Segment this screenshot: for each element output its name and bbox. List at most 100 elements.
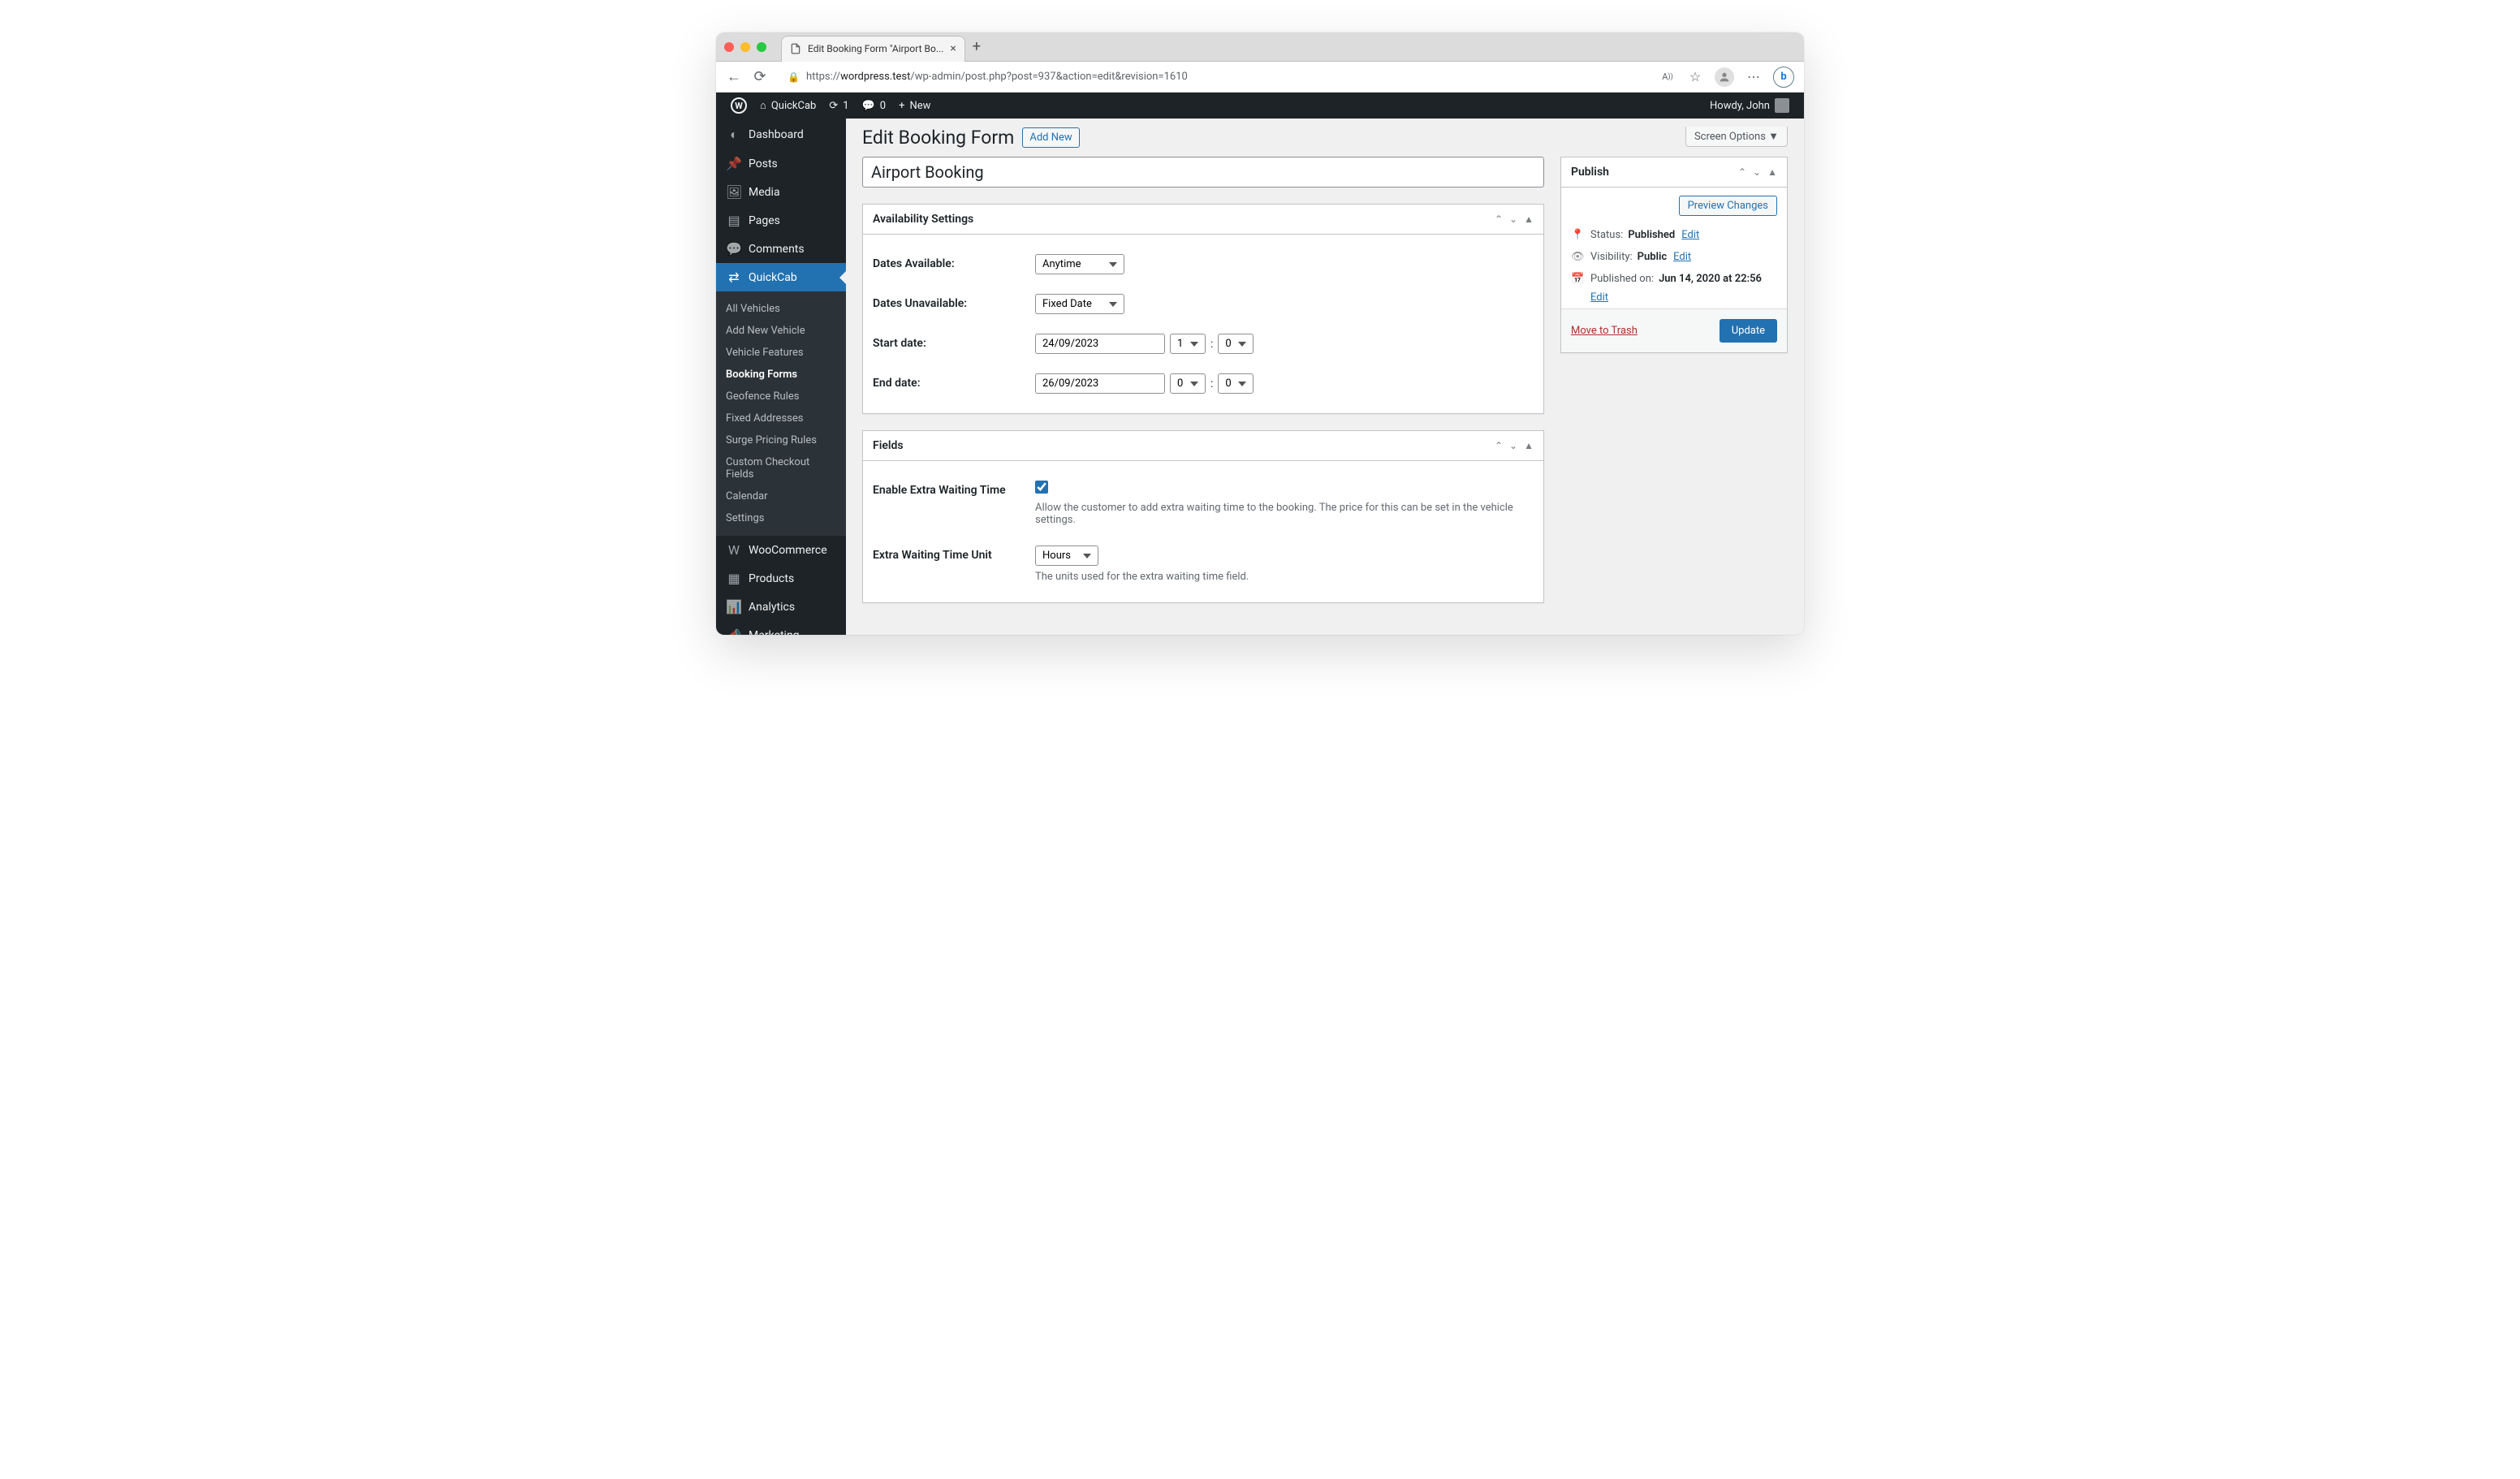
start-min-select[interactable]: 00 [1218,334,1254,354]
submenu-item-custom-checkout-fields[interactable]: Custom Checkout Fields [716,451,846,485]
more-icon[interactable]: ⋯ [1745,69,1762,85]
extra-wait-checkbox[interactable] [1035,481,1048,494]
screen-options-button[interactable]: Screen Options ▼ [1685,127,1788,147]
metabox-title: Availability Settings [873,213,1488,226]
new-tab-button[interactable]: + [965,38,988,55]
browser-tab[interactable]: Edit Booking Form "Airport Bo... × [781,36,965,62]
visibility-value: Public [1638,251,1667,263]
metabox-title: Publish [1571,166,1732,179]
submenu-item-surge-pricing-rules[interactable]: Surge Pricing Rules [716,429,846,451]
updates-link[interactable]: ⟳ 1 [822,93,855,119]
site-name-link[interactable]: ⌂ QuickCab [753,93,822,119]
minimize-window-button[interactable] [740,42,750,52]
submenu-item-vehicle-features[interactable]: Vehicle Features [716,342,846,364]
avatar [1775,98,1789,113]
visibility-label: Visibility: [1590,251,1633,263]
submenu-item-calendar[interactable]: Calendar [716,485,846,507]
sidebar-item-marketing[interactable]: 📣Marketing [716,621,846,635]
wp-adminbar: W ⌂ QuickCab ⟳ 1 💬 0 + New Howdy, John [716,93,1804,119]
submenu-item-booking-forms[interactable]: Booking Forms [716,364,846,386]
sidebar-item-label: Dashboard [749,128,804,141]
eye-icon: 👁 [1571,251,1586,263]
sidebar-item-label: WooCommerce [749,544,827,557]
move-up-icon[interactable]: ⌃ [1495,440,1503,451]
move-down-icon[interactable]: ⌄ [1509,440,1517,451]
sidebar-item-analytics[interactable]: 📊Analytics [716,593,846,621]
sidebar-item-dashboard[interactable]: ◐Dashboard [716,119,846,149]
reload-button[interactable]: ⟳ [752,68,768,85]
wp-logo[interactable]: W [724,93,753,119]
back-button[interactable]: ← [726,68,742,85]
dates-available-select[interactable]: Anytime [1035,254,1124,274]
availability-metabox: Availability Settings ⌃ ⌄ ▲ Dates Availa… [862,204,1544,414]
sidebar-item-comments[interactable]: 💬Comments [716,235,846,263]
admin-sidebar: ◐Dashboard📌Posts🖼Media▤Pages💬Comments ⇄ … [716,119,846,635]
pin-icon: 📍 [1571,229,1586,241]
dates-available-label: Dates Available: [873,254,1035,270]
add-new-button[interactable]: Add New [1022,127,1079,148]
edit-date-link[interactable]: Edit [1590,291,1777,304]
submenu-item-all-vehicles[interactable]: All Vehicles [716,298,846,320]
sidebar-item-pages[interactable]: ▤Pages [716,206,846,235]
start-hour-select[interactable]: 17 [1170,334,1206,354]
submenu-item-add-new-vehicle[interactable]: Add New Vehicle [716,320,846,342]
menu-icon: 📌 [726,156,742,171]
browser-toolbar: ← ⟳ 🔒 https://wordpress.test/wp-admin/po… [716,62,1804,93]
extra-wait-unit-select[interactable]: Hours [1035,545,1098,566]
sidebar-item-quickcab[interactable]: ⇄ QuickCab [716,263,846,291]
browser-tabbar: Edit Booking Form "Airport Bo... × + [716,32,1804,62]
move-up-icon[interactable]: ⌃ [1495,213,1503,225]
end-min-select[interactable]: 00 [1218,373,1254,394]
maximize-window-button[interactable] [757,42,766,52]
sidebar-item-media[interactable]: 🖼Media [716,178,846,206]
close-tab-button[interactable]: × [950,42,956,55]
window-controls [724,42,766,52]
menu-icon: 📣 [726,627,742,635]
favorite-icon[interactable]: ☆ [1687,69,1703,85]
dates-unavailable-select[interactable]: Fixed Date [1035,294,1124,314]
end-hour-select[interactable]: 08 [1170,373,1206,394]
account-link[interactable]: Howdy, John [1703,98,1796,113]
extra-wait-label: Enable Extra Waiting Time [873,481,1035,497]
main-content: Screen Options ▼ Edit Booking Form Add N… [846,119,1804,635]
move-to-trash-link[interactable]: Move to Trash [1571,325,1638,337]
menu-icon: ▦ [726,571,742,586]
status-value: Published [1628,229,1675,241]
bing-icon[interactable]: b [1773,67,1794,88]
time-separator: : [1210,377,1213,390]
edit-visibility-link[interactable]: Edit [1673,251,1691,263]
move-up-icon[interactable]: ⌃ [1738,166,1746,178]
sidebar-item-posts[interactable]: 📌Posts [716,149,846,178]
new-content-link[interactable]: + New [892,93,937,119]
edit-status-link[interactable]: Edit [1681,229,1699,241]
submenu-item-geofence-rules[interactable]: Geofence Rules [716,386,846,407]
end-date-input[interactable] [1035,373,1165,394]
toggle-icon[interactable]: ▲ [1524,440,1534,451]
extra-wait-unit-desc: The units used for the extra waiting tim… [1035,571,1534,583]
menu-icon: 🖼 [726,184,742,200]
toggle-icon[interactable]: ▲ [1767,166,1777,178]
sidebar-item-products[interactable]: ▦Products [716,564,846,593]
url-text: https://wordpress.test/wp-admin/post.php… [806,71,1188,83]
tab-title: Edit Booking Form "Airport Bo... [808,43,943,54]
comments-link[interactable]: 💬 0 [856,93,893,119]
start-date-label: Start date: [873,334,1035,350]
sidebar-item-woocommerce[interactable]: W WooCommerce [716,536,846,564]
start-date-input[interactable] [1035,334,1165,354]
dates-unavailable-label: Dates Unavailable: [873,294,1035,310]
post-title-input[interactable] [862,157,1544,188]
update-button[interactable]: Update [1720,319,1777,343]
preview-changes-button[interactable]: Preview Changes [1679,196,1777,216]
close-window-button[interactable] [724,42,734,52]
profile-button[interactable] [1715,67,1734,87]
move-down-icon[interactable]: ⌄ [1509,213,1517,225]
submenu-item-settings[interactable]: Settings [716,507,846,529]
toggle-icon[interactable]: ▲ [1524,213,1534,225]
submenu-item-fixed-addresses[interactable]: Fixed Addresses [716,407,846,429]
menu-icon: W [726,542,742,558]
address-bar[interactable]: 🔒 https://wordpress.test/wp-admin/post.p… [778,67,1650,86]
menu-icon: 💬 [726,241,742,257]
move-down-icon[interactable]: ⌄ [1753,166,1761,178]
end-date-label: End date: [873,373,1035,390]
read-aloud-icon[interactable]: A)) [1659,69,1676,85]
